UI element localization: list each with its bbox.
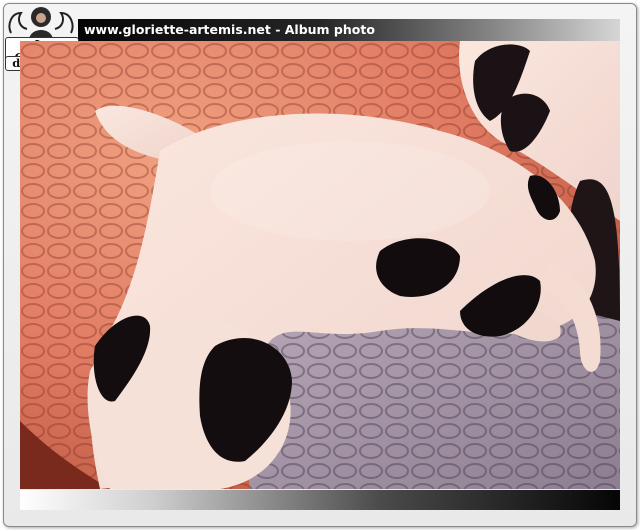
footer-bar [20,490,620,510]
puppy-photo-icon [20,41,620,489]
album-photo[interactable] [20,41,620,489]
header-bar: www.gloriette-artemis.net - Album photo [78,19,620,41]
site-title: www.gloriette-artemis.net - Album photo [84,22,375,37]
